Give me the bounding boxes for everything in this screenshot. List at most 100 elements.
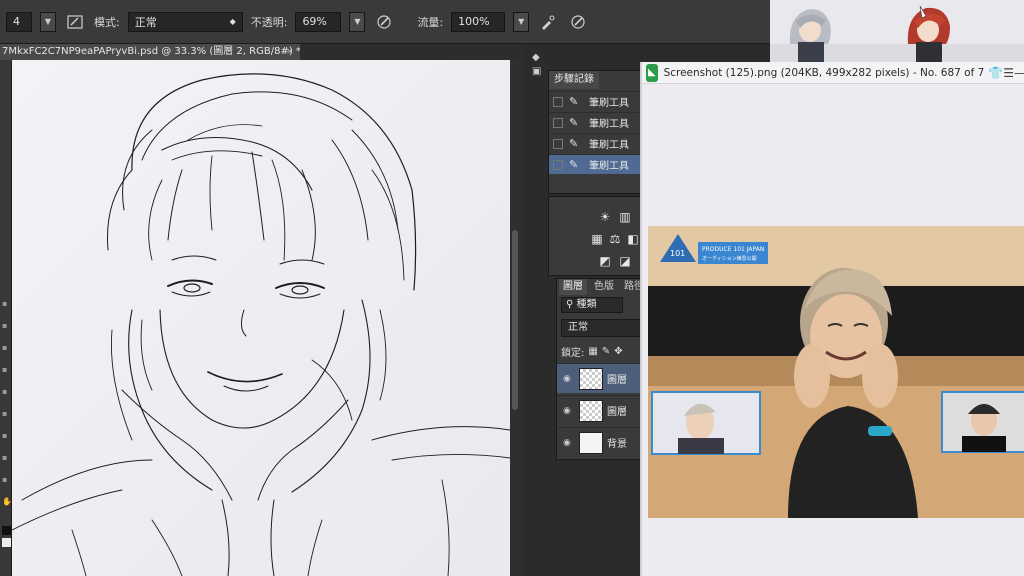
history-item-label: 筆刷工具 bbox=[589, 161, 629, 172]
lock-transparency-icon[interactable]: ▦ bbox=[588, 346, 597, 357]
layers-panel: 圖層 色版 路徑 ⚲ 種類 正常 鎖定: ▦ ✎ ✥ ◉ 圖層 ◉ 圖層 ◉ 背… bbox=[556, 278, 646, 460]
background-color-swatch[interactable] bbox=[2, 538, 11, 547]
viewer-photo: 101 PRODUCE 101 JAPAN オーディション練習公開 bbox=[648, 226, 1024, 518]
history-panel-tab[interactable]: 步驟記錄 bbox=[549, 71, 599, 89]
history-item-label: 筆刷工具 bbox=[589, 140, 629, 151]
history-panel-icon[interactable]: ▣ bbox=[532, 66, 541, 77]
history-item[interactable]: ✎ 筆刷工具 bbox=[549, 133, 645, 153]
layer-row[interactable]: ◉ 圖層 bbox=[557, 363, 645, 393]
history-snapshot-checkbox[interactable] bbox=[553, 117, 563, 128]
viewer-app-icon: ◣ bbox=[646, 63, 658, 82]
history-item[interactable]: ✎ 筆刷工具 bbox=[549, 112, 645, 132]
opacity-dropdown[interactable]: ▼ bbox=[349, 11, 366, 32]
mode-chevron-icon: ◆ bbox=[229, 17, 236, 26]
mode-select[interactable]: 正常 ◆ bbox=[127, 11, 243, 32]
color-balance-icon[interactable]: ▦ bbox=[589, 231, 605, 247]
brush-icon: ✎ bbox=[569, 94, 579, 108]
history-item-active[interactable]: ✎ 筆刷工具 bbox=[549, 154, 645, 174]
layer-kind-filter[interactable]: ⚲ 種類 bbox=[561, 297, 623, 313]
history-panel: 步驟記錄 ✎ 筆刷工具 ✎ 筆刷工具 ✎ 筆刷工具 ✎ 筆刷工具 bbox=[548, 70, 646, 194]
tool-icon[interactable]: ▪ bbox=[2, 410, 10, 418]
layer-thumbnail bbox=[579, 399, 603, 422]
levels-adjustment-icon[interactable]: ▥ bbox=[617, 209, 633, 225]
document-tab[interactable]: 7MkxFC2C7NP9eaPAPryvBi.psd @ 33.3% (圖層 2… bbox=[0, 44, 300, 60]
viewer-title: Screenshot (125).png (204KB, 499x282 pix… bbox=[663, 66, 985, 79]
brush-panel-toggle-icon[interactable] bbox=[64, 11, 86, 33]
invert-icon[interactable]: ◩ bbox=[597, 253, 613, 269]
line-art-sketch bbox=[12, 73, 510, 576]
lock-paint-icon[interactable]: ✎ bbox=[602, 346, 610, 357]
history-item[interactable]: ✎ 筆刷工具 bbox=[549, 91, 645, 111]
eye-icon[interactable]: ◉ bbox=[563, 406, 575, 416]
layer-name: 背景 bbox=[607, 439, 627, 450]
layer-name: 圖層 bbox=[607, 407, 627, 418]
layer-row[interactable]: ◉ 圖層 bbox=[557, 395, 645, 425]
document-tab-bar: 7MkxFC2C7NP9eaPAPryvBi.psd @ 33.3% (圖層 2… bbox=[0, 44, 540, 60]
tool-icon[interactable]: ▪ bbox=[2, 432, 10, 440]
airbrush-icon[interactable] bbox=[537, 11, 559, 33]
blend-mode-value: 正常 bbox=[568, 322, 588, 333]
tab-layers[interactable]: 圖層 bbox=[559, 279, 587, 295]
panel-icon-strip: ◆ ▣ bbox=[530, 52, 546, 132]
canvas-vertical-scrollbar[interactable] bbox=[512, 230, 518, 410]
livestream-photo: 101 PRODUCE 101 JAPAN オーディション練習公開 bbox=[648, 226, 1024, 518]
layer-name: 圖層 bbox=[607, 375, 627, 386]
eye-icon[interactable]: ◉ bbox=[563, 374, 575, 384]
tool-icon[interactable]: ▪ bbox=[2, 476, 10, 484]
history-snapshot-checkbox[interactable] bbox=[553, 159, 563, 170]
collapse-panels-icon[interactable]: ◆ bbox=[532, 52, 540, 63]
history-snapshot-checkbox[interactable] bbox=[553, 96, 563, 107]
character-avatars-illustration bbox=[770, 0, 1024, 62]
flow-field[interactable]: 100% bbox=[451, 11, 506, 32]
brush-icon: ✎ bbox=[569, 136, 579, 150]
drawing-canvas[interactable] bbox=[12, 60, 510, 576]
pressure-size-icon[interactable] bbox=[567, 11, 589, 33]
adjustments-panel: ☀ ▥ ▦ ⚖ ◧ ◩ ◪ bbox=[548, 196, 646, 276]
tool-icon[interactable]: ▪ bbox=[2, 388, 10, 396]
threshold-icon[interactable]: ◪ bbox=[617, 253, 633, 269]
minimize-icon[interactable]: — bbox=[1014, 66, 1024, 80]
layer-thumbnail bbox=[579, 367, 603, 390]
lock-row: 鎖定: ▦ ✎ ✥ bbox=[561, 343, 623, 359]
menu-icon[interactable]: ☰ bbox=[1003, 66, 1014, 80]
badge-subtitle: オーディション練習公開 bbox=[702, 255, 757, 262]
foreground-color-swatch[interactable] bbox=[2, 526, 11, 535]
brush-preset-dropdown[interactable]: ▼ bbox=[40, 11, 56, 32]
close-document-icon[interactable]: × bbox=[286, 44, 298, 60]
eye-icon[interactable]: ◉ bbox=[563, 438, 575, 448]
black-white-icon[interactable]: ◧ bbox=[625, 231, 641, 247]
tool-strip: ▪ ▪ ▪ ▪ ▪ ▪ ▪ ▪ ▪ ✋ bbox=[0, 60, 12, 576]
brush-size-field[interactable]: 4 bbox=[6, 11, 32, 32]
shirt-icon[interactable]: 👕 bbox=[988, 66, 1003, 80]
tool-icon[interactable]: ▪ bbox=[2, 300, 10, 308]
mode-label: 模式: bbox=[94, 15, 120, 29]
flow-label: 流量: bbox=[417, 15, 444, 29]
tool-icon[interactable]: ▪ bbox=[2, 322, 10, 330]
history-item-label: 筆刷工具 bbox=[589, 98, 629, 109]
search-icon: ⚲ bbox=[566, 299, 577, 310]
flow-value: 100% bbox=[458, 15, 490, 28]
flow-dropdown[interactable]: ▼ bbox=[513, 11, 530, 32]
balance-scale-icon[interactable]: ⚖ bbox=[607, 231, 623, 247]
tool-icon[interactable]: ▪ bbox=[2, 454, 10, 462]
brightness-adjustment-icon[interactable]: ☀ bbox=[597, 209, 613, 225]
lock-move-icon[interactable]: ✥ bbox=[614, 346, 622, 357]
pressure-opacity-icon[interactable] bbox=[373, 11, 395, 33]
layer-row[interactable]: ◉ 背景 bbox=[557, 427, 645, 457]
tool-icon[interactable]: ▪ bbox=[2, 344, 10, 352]
brush-icon: ✎ bbox=[569, 115, 579, 129]
tab-channels[interactable]: 色版 bbox=[591, 279, 617, 295]
history-snapshot-checkbox[interactable] bbox=[553, 138, 563, 149]
document-tab-title: 7MkxFC2C7NP9eaPAPryvBi.psd @ 33.3% (圖層 2… bbox=[2, 46, 300, 57]
viewer-titlebar: ◣ Screenshot (125).png (204KB, 499x282 p… bbox=[642, 62, 1024, 84]
opacity-field[interactable]: 69% bbox=[295, 11, 342, 32]
brush-icon: ✎ bbox=[569, 157, 579, 171]
blend-mode-select[interactable]: 正常 bbox=[561, 319, 643, 337]
layer-kind-value: 種類 bbox=[576, 299, 597, 310]
brush-size-value: 4 bbox=[13, 15, 20, 28]
lock-label: 鎖定: bbox=[561, 347, 585, 359]
hand-tool-icon[interactable]: ✋ bbox=[2, 498, 12, 506]
character-avatar-strip bbox=[770, 0, 1024, 62]
tool-icon[interactable]: ▪ bbox=[2, 366, 10, 374]
badge-title: PRODUCE 101 JAPAN bbox=[702, 246, 764, 253]
